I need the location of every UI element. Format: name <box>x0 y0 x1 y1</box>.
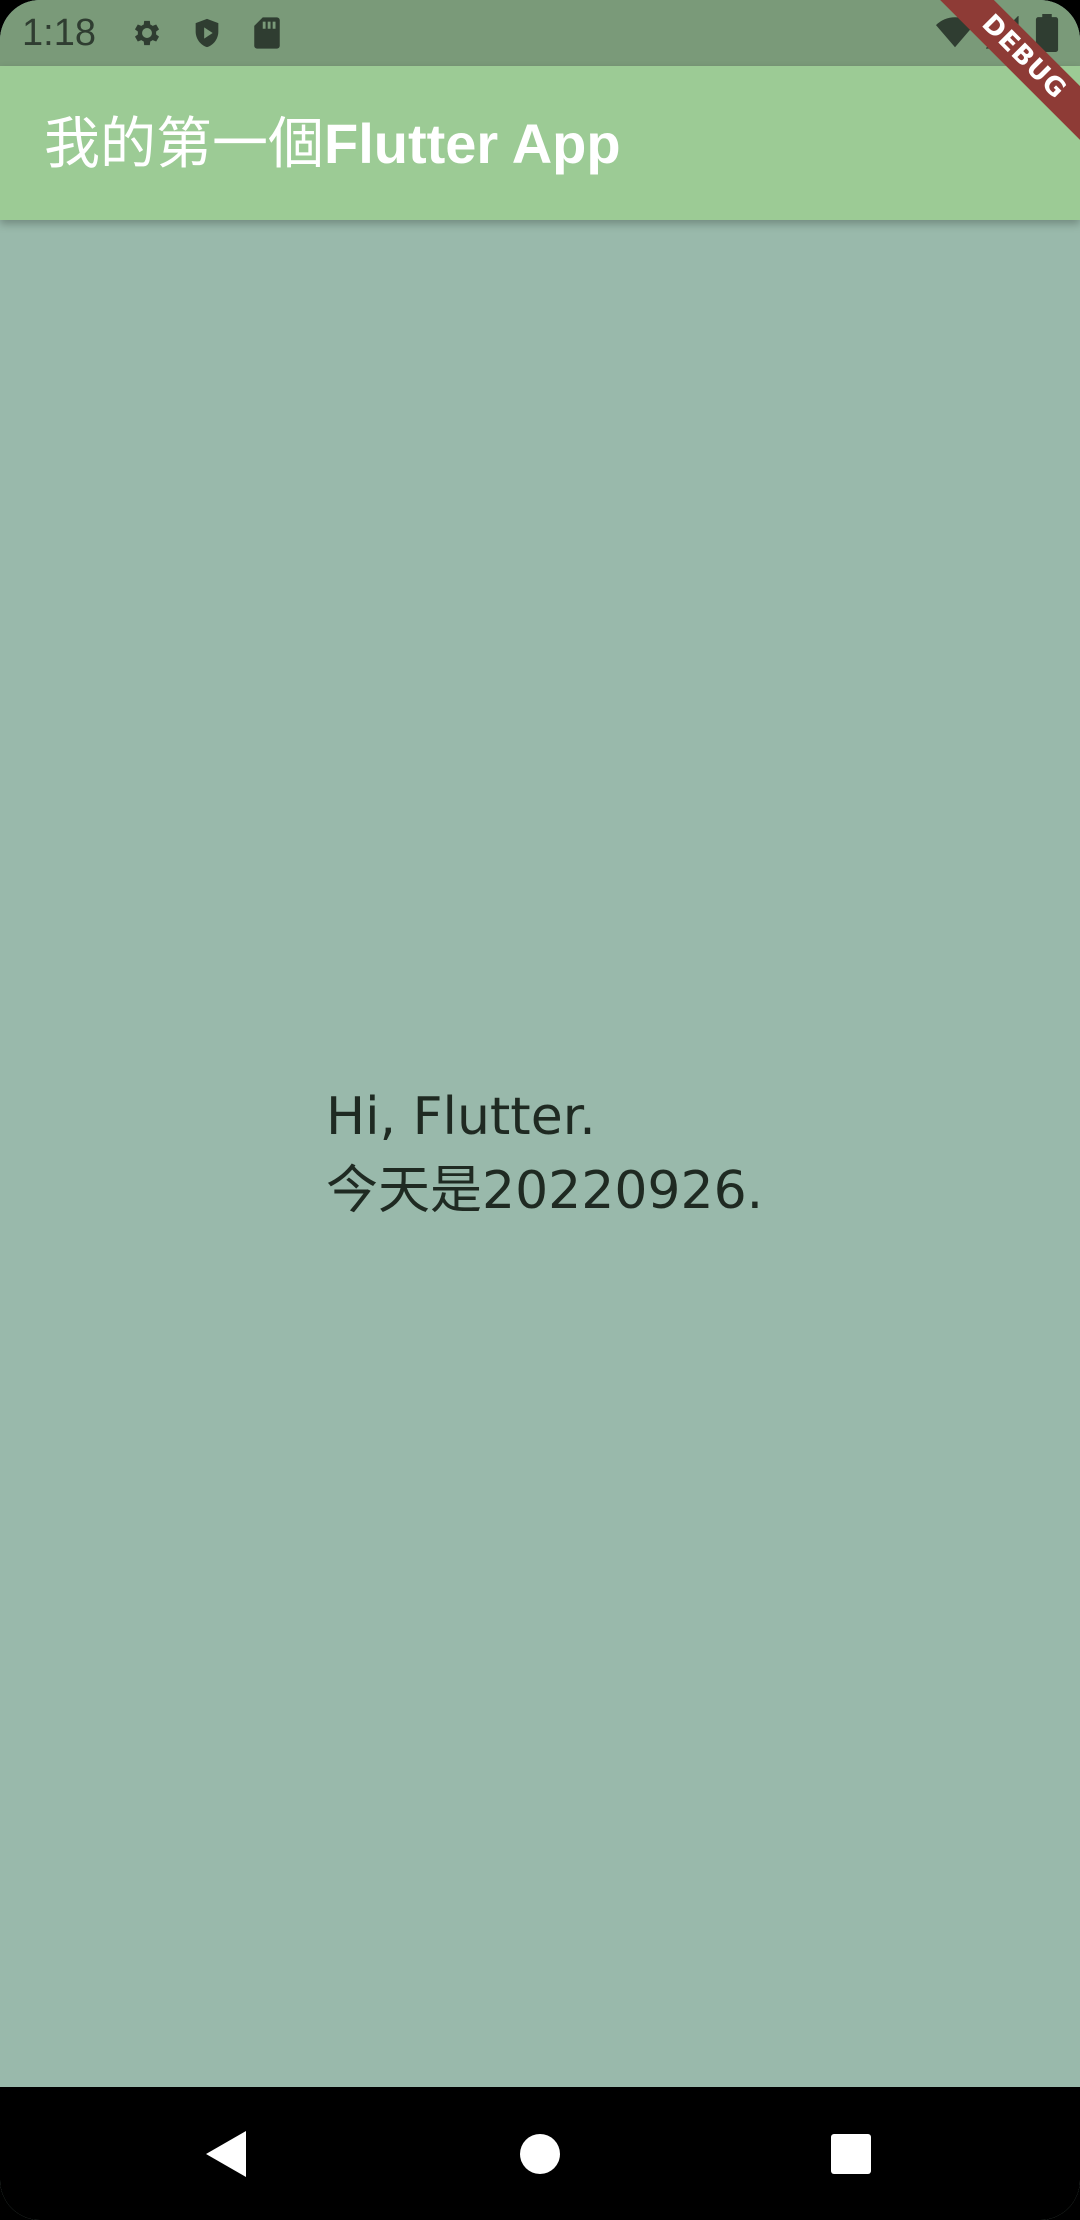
gear-icon <box>128 14 166 52</box>
phone-screen: 1:18 我的第一個Flutter App DEBUG Hi, Flutter.… <box>0 0 1080 2220</box>
cell-signal-icon <box>984 14 1022 52</box>
greeting-text-block: Hi, Flutter. 今天是20220926. <box>326 1080 763 1228</box>
back-icon <box>206 2131 246 2177</box>
status-bar: 1:18 <box>0 0 1080 66</box>
home-icon <box>520 2134 560 2174</box>
status-time: 1:18 <box>22 12 96 54</box>
app-bar: 我的第一個Flutter App <box>0 66 1080 220</box>
sd-card-icon <box>248 14 286 52</box>
wifi-icon <box>936 14 974 52</box>
navigation-bar <box>0 2087 1080 2220</box>
recents-icon <box>831 2134 871 2174</box>
greeting-line: Hi, Flutter. <box>326 1087 596 1147</box>
battery-icon <box>1028 14 1066 52</box>
shield-play-icon <box>188 14 226 52</box>
app-title: 我的第一個Flutter App <box>44 112 621 177</box>
app-title-latin: Flutter App <box>324 112 621 175</box>
app-title-cjk: 我的第一個 <box>44 112 324 177</box>
recents-button[interactable] <box>806 2109 896 2199</box>
date-line: 今天是20220926. <box>326 1161 764 1221</box>
back-button[interactable] <box>181 2109 271 2199</box>
home-button[interactable] <box>495 2109 585 2199</box>
